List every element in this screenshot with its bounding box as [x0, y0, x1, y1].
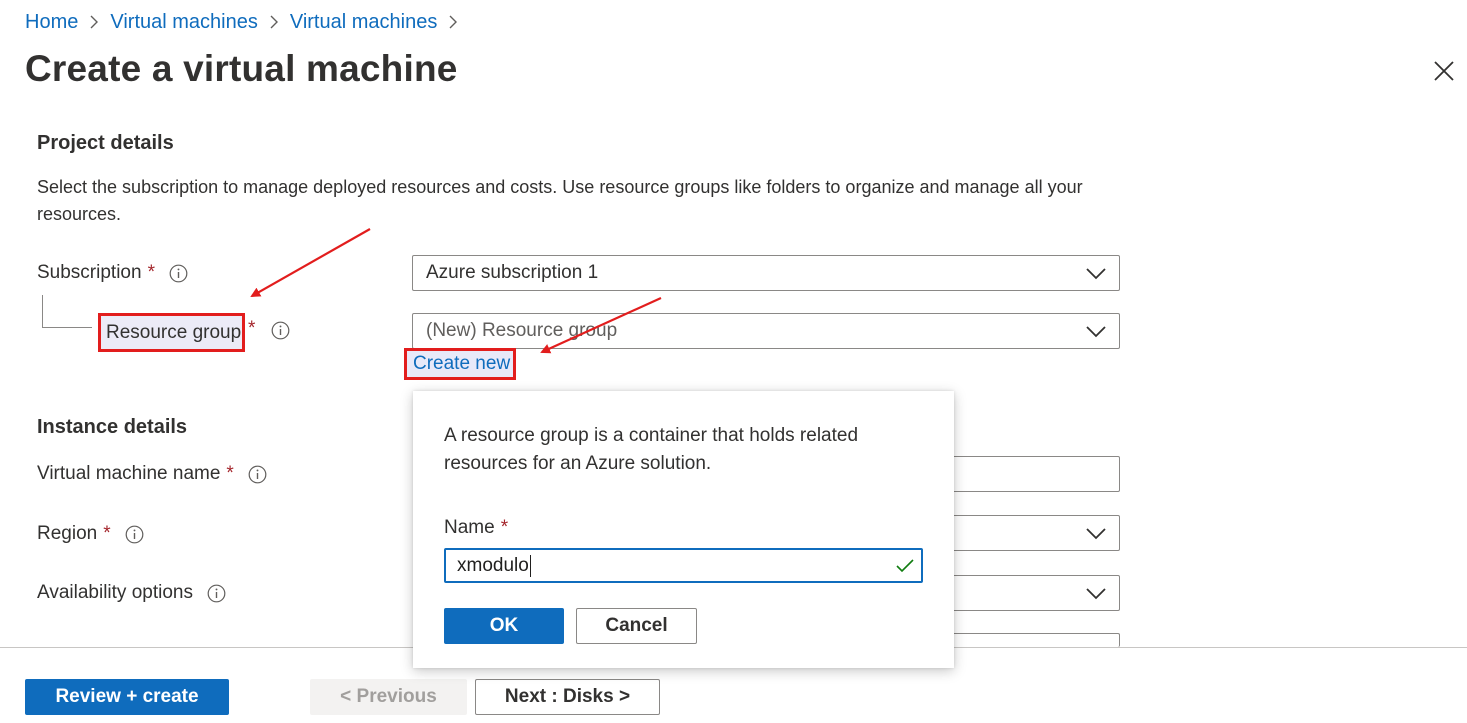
- subscription-value: Azure subscription 1: [426, 262, 599, 283]
- availability-label-text: Availability options: [37, 582, 193, 603]
- required-marker: *: [500, 517, 509, 538]
- resource-group-label: Resource group: [98, 313, 245, 352]
- subscription-label: Subscription *: [37, 260, 188, 286]
- chevron-down-icon: [1086, 268, 1106, 280]
- breadcrumb-virtual-machines-2[interactable]: Virtual machines: [290, 11, 437, 34]
- info-icon[interactable]: [207, 584, 226, 603]
- project-details-heading: Project details: [37, 132, 174, 154]
- checkmark-icon: [896, 559, 914, 573]
- previous-button[interactable]: < Previous: [310, 679, 467, 715]
- tree-connector: [42, 295, 92, 328]
- name-label: Name *: [444, 517, 508, 539]
- chevron-down-icon: [1086, 528, 1106, 540]
- info-icon[interactable]: [271, 321, 290, 340]
- chevron-down-icon: [1086, 588, 1106, 600]
- chevron-down-icon: [1086, 326, 1106, 338]
- review-create-button[interactable]: Review + create: [25, 679, 229, 715]
- resource-group-name-value: xmodulo: [457, 554, 529, 576]
- resource-group-value: (New) Resource group: [426, 320, 618, 341]
- breadcrumb-virtual-machines[interactable]: Virtual machines: [110, 11, 257, 34]
- ok-button[interactable]: OK: [444, 608, 564, 644]
- required-marker: *: [103, 523, 111, 544]
- cancel-button[interactable]: Cancel: [576, 608, 697, 644]
- create-new-link[interactable]: Create new: [404, 348, 516, 380]
- info-icon[interactable]: [125, 525, 144, 544]
- breadcrumb: Home Virtual machines Virtual machines: [25, 9, 469, 35]
- required-marker: *: [147, 262, 155, 283]
- availability-label: Availability options: [37, 580, 226, 606]
- breadcrumb-home[interactable]: Home: [25, 11, 78, 34]
- region-label: Region *: [37, 521, 144, 547]
- text-caret: [529, 554, 531, 577]
- callout-description: A resource group is a container that hol…: [444, 425, 859, 474]
- create-resource-group-callout: A resource group is a container that hol…: [413, 391, 954, 668]
- info-icon[interactable]: [248, 465, 267, 484]
- chevron-right-icon: [448, 15, 458, 29]
- page-title: Create a virtual machine: [25, 48, 458, 89]
- subscription-label-text: Subscription: [37, 262, 142, 283]
- vm-name-input[interactable]: [950, 456, 1120, 492]
- vm-name-label-text: Virtual machine name: [37, 463, 221, 484]
- required-marker: *: [248, 318, 256, 339]
- close-icon[interactable]: [1430, 57, 1458, 85]
- region-select[interactable]: [950, 515, 1120, 551]
- subscription-select[interactable]: Azure subscription 1: [412, 255, 1120, 291]
- required-marker: *: [226, 463, 234, 484]
- instance-details-heading: Instance details: [37, 416, 188, 438]
- resource-group-select[interactable]: (New) Resource group: [412, 313, 1120, 349]
- name-label-text: Name: [444, 517, 495, 538]
- resource-group-label-text: Resource group: [106, 321, 242, 343]
- resource-group-name-input[interactable]: xmodulo: [444, 548, 923, 583]
- annotation-arrow: [250, 228, 371, 297]
- project-details-description: Select the subscription to manage deploy…: [37, 177, 1083, 224]
- chevron-right-icon: [89, 15, 99, 29]
- chevron-right-icon: [269, 15, 279, 29]
- availability-select[interactable]: [950, 575, 1120, 611]
- vm-name-label: Virtual machine name *: [37, 461, 267, 487]
- region-label-text: Region: [37, 523, 98, 544]
- next-field-partial: [950, 633, 1120, 647]
- info-icon[interactable]: [169, 264, 188, 283]
- next-disks-button[interactable]: Next : Disks >: [475, 679, 660, 715]
